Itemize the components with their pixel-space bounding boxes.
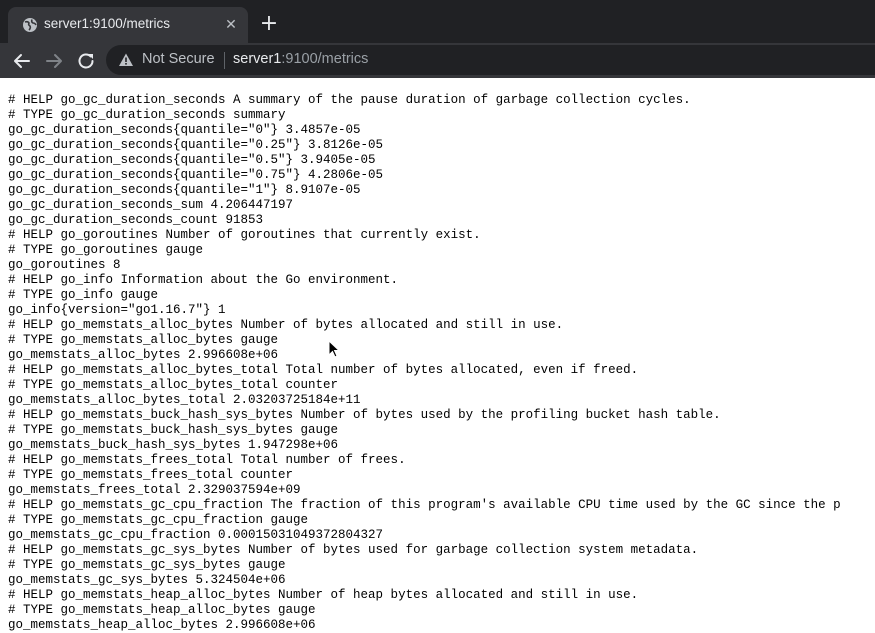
metric-line: go_gc_duration_seconds{quantile="0.5"} 3… [8,153,376,167]
mouse-cursor-icon [328,340,340,358]
metric-line: # HELP go_memstats_gc_sys_bytes Number o… [8,543,699,557]
metric-line: # HELP go_memstats_heap_alloc_bytes Numb… [8,588,639,602]
metric-line: # HELP go_memstats_gc_cpu_fraction The f… [8,498,841,512]
arrow-left-icon [14,54,30,68]
metric-line: # TYPE go_goroutines gauge [8,243,204,257]
url-text[interactable]: server1:9100/metrics [233,51,368,67]
metric-line: go_gc_duration_seconds{quantile="0.25"} … [8,138,384,152]
metric-line: # TYPE go_memstats_gc_cpu_fraction gauge [8,513,309,527]
metric-line: # HELP go_gc_duration_seconds A summary … [8,93,691,107]
metric-line: go_info{version="go1.16.7"} 1 [8,303,226,317]
arrow-right-icon [46,54,62,68]
metric-line: go_memstats_gc_cpu_fraction 0.0001503104… [8,528,384,542]
plus-icon: + [259,11,279,36]
new-tab-button[interactable]: + [256,11,282,37]
metric-line: # HELP go_memstats_buck_hash_sys_bytes N… [8,408,721,422]
metric-line: # TYPE go_gc_duration_seconds summary [8,108,286,122]
tab-active[interactable]: server1:9100/metrics ✕ [8,7,248,43]
metric-line: go_memstats_alloc_bytes 2.996608e+06 [8,348,279,362]
metric-line: # HELP go_info Information about the Go … [8,273,399,287]
metric-line: # HELP go_goroutines Number of goroutine… [8,228,481,242]
page-content: # HELP go_gc_duration_seconds A summary … [0,79,875,633]
back-button[interactable] [10,49,34,73]
browser-window: server1:9100/metrics ✕ + Not Secure serv… [0,0,875,633]
metric-line: go_gc_duration_seconds{quantile="0"} 3.4… [8,123,361,137]
metric-line: # TYPE go_memstats_frees_total counter [8,468,294,482]
globe-icon [23,18,37,32]
metric-line: go_memstats_gc_sys_bytes 5.324504e+06 [8,573,286,587]
security-label[interactable]: Not Secure [142,51,215,67]
metric-line: go_memstats_frees_total 2.329037594e+09 [8,483,301,497]
metric-line: go_goroutines 8 [8,258,121,272]
url-path: :9100/metrics [281,51,369,67]
metric-line: go_gc_duration_seconds_count 91853 [8,213,264,227]
metric-line: go_memstats_heap_alloc_bytes 2.996608e+0… [8,618,316,632]
omnibox-divider [224,52,225,69]
address-bar[interactable]: Not Secure server1:9100/metrics [106,45,875,75]
metric-line: # TYPE go_memstats_alloc_bytes_total cou… [8,378,339,392]
metric-line: go_gc_duration_seconds_sum 4.206447197 [8,198,294,212]
warning-triangle-icon[interactable] [118,52,134,68]
metric-line: # HELP go_memstats_alloc_bytes Number of… [8,318,564,332]
metric-line: go_gc_duration_seconds{quantile="0.75"} … [8,168,384,182]
reload-button[interactable] [74,49,98,73]
metric-line: # TYPE go_info gauge [8,288,159,302]
tab-title: server1:9100/metrics [44,16,171,31]
metric-line: # HELP go_memstats_frees_total Total num… [8,453,406,467]
metric-line: go_memstats_alloc_bytes_total 2.03203725… [8,393,361,407]
metric-line: # TYPE go_memstats_buck_hash_sys_bytes g… [8,423,339,437]
metric-line: # HELP go_memstats_alloc_bytes_total Tot… [8,363,639,377]
tab-strip: server1:9100/metrics ✕ + [0,0,875,43]
metric-line: go_gc_duration_seconds{quantile="1"} 8.9… [8,183,361,197]
metric-line: # TYPE go_memstats_gc_sys_bytes gauge [8,558,286,572]
metric-line: # TYPE go_memstats_alloc_bytes gauge [8,333,279,347]
url-host: server1 [233,51,282,67]
metric-line: go_memstats_buck_hash_sys_bytes 1.947298… [8,438,339,452]
metric-line: # TYPE go_memstats_heap_alloc_bytes gaug… [8,603,316,617]
close-icon[interactable]: ✕ [222,16,240,34]
metrics-text: # HELP go_gc_duration_seconds A summary … [0,79,875,633]
browser-toolbar: Not Secure server1:9100/metrics [0,43,875,78]
forward-button[interactable] [42,49,66,73]
